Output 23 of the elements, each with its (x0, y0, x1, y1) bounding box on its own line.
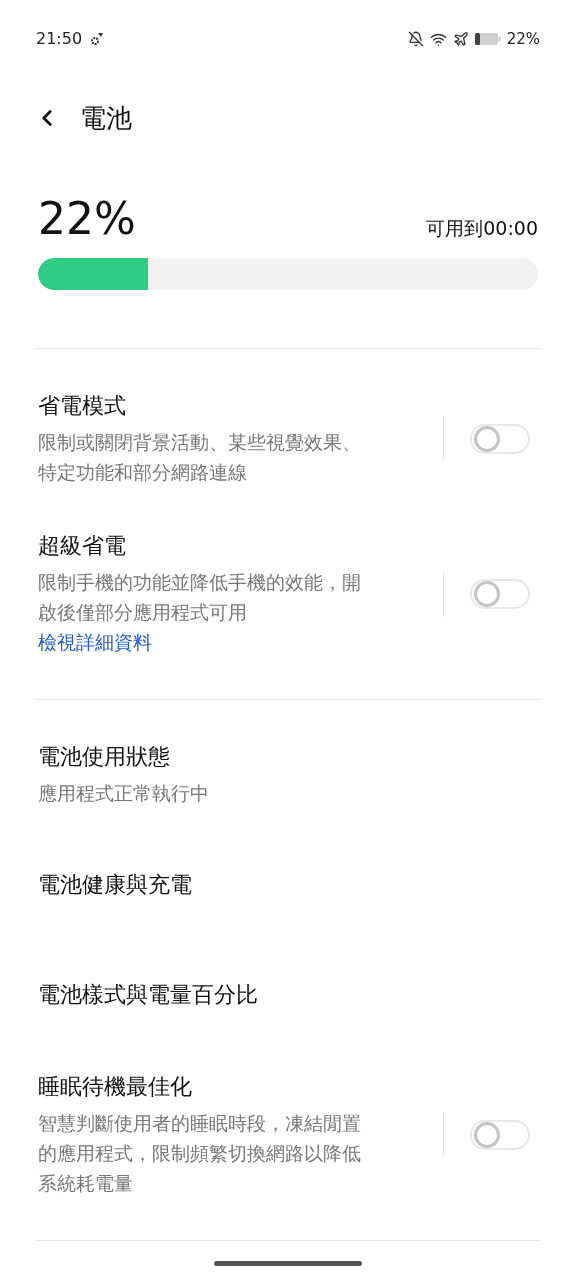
toggle-switch[interactable] (470, 579, 530, 609)
item-title[interactable]: 超級省電 (38, 531, 443, 561)
page-title: 電池 (80, 101, 132, 135)
bell-off-icon (407, 31, 424, 47)
item-description: 限制或關閉背景活動、某些視覺效果、特定功能和部分網路連線 (38, 430, 362, 485)
status-time: 21:50 (36, 28, 83, 50)
battery-percent: 22% (506, 28, 540, 50)
item-title[interactable]: 電池使用狀態 (38, 742, 530, 772)
battery-level-text: 22% (38, 194, 136, 244)
battery-estimate: 可用到00:00 (426, 215, 538, 241)
item-description: 應用程式正常執行中 (38, 781, 210, 806)
item-title[interactable]: 睡眠待機最佳化 (38, 1072, 443, 1102)
battery-icon (474, 32, 501, 46)
item-title[interactable]: 電池樣式與電量百分比 (38, 980, 530, 1010)
toggle-switch[interactable] (470, 424, 530, 454)
item-title[interactable]: 省電模式 (38, 391, 443, 421)
toggle-switch[interactable] (470, 1120, 530, 1150)
item-title[interactable]: 電池健康與充電 (38, 870, 530, 900)
details-link[interactable]: 檢視詳細資料 (38, 627, 152, 657)
home-indicator[interactable] (214, 1261, 362, 1266)
item-description: 智慧判斷使用者的睡眠時段，凍結閒置的應用程式，限制頻繁切換網路以降低系統耗電量 (38, 1111, 362, 1196)
airplane-icon (452, 31, 469, 47)
item-description: 限制手機的功能並降低手機的效能，開啟後僅部分應用程式可用 (38, 570, 362, 625)
